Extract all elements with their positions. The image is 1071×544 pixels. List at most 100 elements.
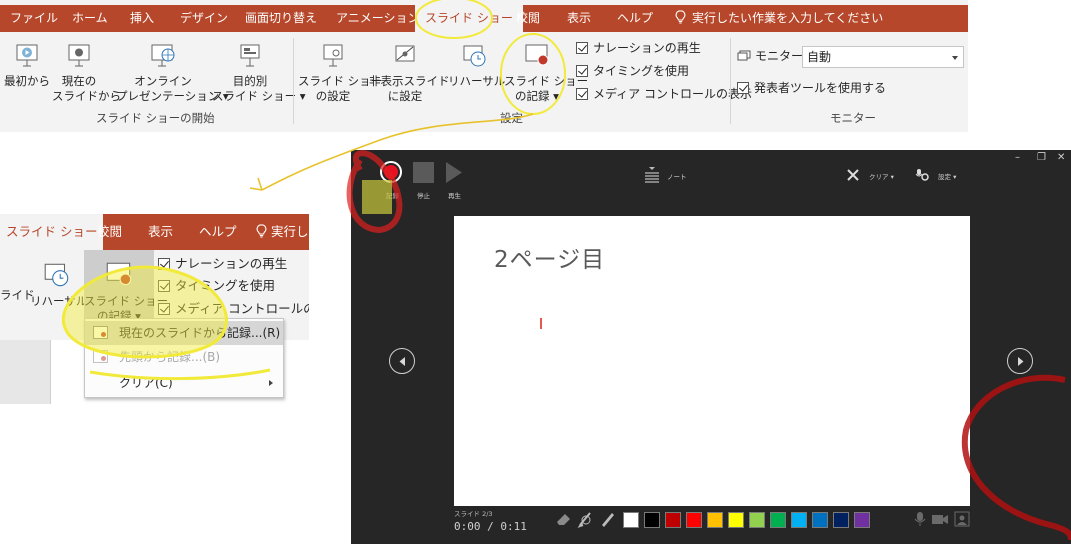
show-media-controls-checkbox[interactable]: メディア コントロールの表示 xyxy=(576,86,752,102)
tab-slideshow[interactable]: スライド ショー xyxy=(0,214,104,250)
online-present-button[interactable]: オンライン プレゼンテーション ▾ xyxy=(116,42,229,104)
record-icon[interactable] xyxy=(379,160,403,184)
clear-label[interactable]: クリア ▾ xyxy=(869,171,894,181)
play-narrations-checkbox[interactable]: ナレーションの再生 xyxy=(576,40,701,56)
next-slide-button[interactable] xyxy=(1007,348,1033,374)
record-label-1: スライド ショー xyxy=(84,294,169,308)
record-from-current-item[interactable]: 現在のスライドから記録...(R) xyxy=(85,321,283,345)
from-current-button[interactable]: 現在の スライドから xyxy=(52,42,121,104)
clear-item[interactable]: クリア(C) xyxy=(85,371,283,395)
color-swatch-green[interactable] xyxy=(770,512,786,528)
color-swatch-purple[interactable] xyxy=(854,512,870,528)
tab-view[interactable]: 表示 xyxy=(148,214,173,250)
tab-insert[interactable]: 挿入 xyxy=(130,5,154,32)
rehearse-timings-button[interactable]: リハーサル xyxy=(30,260,87,309)
checkbox-checked-icon xyxy=(737,82,749,94)
setup-show-button[interactable]: スライド ショー の設定 xyxy=(298,42,382,104)
chevron-down-icon xyxy=(952,56,958,60)
microphone-icon[interactable] xyxy=(913,511,927,527)
clear-x-icon[interactable] xyxy=(847,169,859,181)
monitor-icon xyxy=(737,50,751,61)
tell-me-text: 実行しん xyxy=(271,224,309,239)
monitor-select-value: 自動 xyxy=(807,50,832,64)
from-current-label-1: 現在の xyxy=(61,74,97,88)
color-swatch-light-green[interactable] xyxy=(749,512,765,528)
tab-help[interactable]: ヘルプ xyxy=(617,5,653,32)
record-slideshow-button[interactable]: スライド ショー の記録 ▾ xyxy=(504,42,588,104)
color-swatch-light-blue[interactable] xyxy=(791,512,807,528)
minimize-icon[interactable]: – xyxy=(1015,152,1020,163)
tab-review[interactable]: 校閲 xyxy=(97,214,122,250)
hide-slide-button[interactable]: 非表示スライド に設定 xyxy=(369,42,450,104)
record-dropdown-menu: 現在のスライドから記録...(R) 先頭から記録...(B) クリア(C) xyxy=(84,318,284,398)
checkbox-label: ナレーションの再生 xyxy=(593,41,701,55)
hide-slide-button-fragment[interactable]: ライド xyxy=(0,288,35,303)
notes-label[interactable]: ノート xyxy=(667,171,687,181)
use-timings-checkbox[interactable]: タイミングを使用 xyxy=(158,278,275,294)
color-swatch-orange[interactable] xyxy=(707,512,723,528)
notes-icon[interactable] xyxy=(644,166,660,184)
tab-file[interactable]: ファイル xyxy=(10,5,58,32)
close-window-icon[interactable]: ✕ xyxy=(1057,152,1065,163)
online-globe-icon xyxy=(151,44,175,67)
color-swatch-red[interactable] xyxy=(686,512,702,528)
text-cursor xyxy=(540,318,542,329)
play-narrations-checkbox[interactable]: ナレーションの再生 xyxy=(158,256,287,272)
previous-slide-button[interactable] xyxy=(389,348,415,374)
setup-show-icon xyxy=(323,44,343,67)
tab-help[interactable]: ヘルプ xyxy=(199,214,237,250)
pen-icon[interactable] xyxy=(599,510,617,528)
presenter-view-checkbox[interactable]: 発表者ツールを使用する xyxy=(737,80,886,96)
settings-label[interactable]: 設定 ▾ xyxy=(938,171,956,181)
color-swatch-dark-red[interactable] xyxy=(665,512,681,528)
color-swatch-blue[interactable] xyxy=(812,512,828,528)
tab-transitions[interactable]: 画面切り替え xyxy=(245,5,317,32)
monitor-select[interactable]: 自動 xyxy=(802,46,964,68)
tab-animations[interactable]: アニメーション xyxy=(336,5,420,32)
group-divider xyxy=(293,38,294,124)
tell-me-text: 実行したい作業を入力してください xyxy=(692,11,884,25)
group-label-setup: 設定 xyxy=(500,111,523,125)
from-start-label: 最初から xyxy=(4,74,50,88)
tab-review[interactable]: 校閲 xyxy=(516,5,540,32)
rehearse-timings-button[interactable]: リハーサル xyxy=(448,42,505,89)
color-swatch-dark-blue[interactable] xyxy=(833,512,849,528)
setup-label-2: の設定 xyxy=(315,89,351,103)
checkbox-label: メディア コントロールの表示 xyxy=(175,301,309,316)
play-icon[interactable] xyxy=(444,161,464,184)
stop-icon[interactable] xyxy=(413,162,434,183)
erase-all-icon[interactable] xyxy=(577,510,595,528)
play-from-start-icon xyxy=(16,44,38,67)
tell-me-search[interactable]: 実行しん xyxy=(256,214,309,250)
lightbulb-icon xyxy=(256,224,267,238)
custom-show-button[interactable]: 目的別 スライド ショー ▾ xyxy=(212,42,306,104)
tab-home[interactable]: ホーム xyxy=(72,5,108,32)
custom-show-icon xyxy=(240,44,260,67)
monitor-label: モニター: xyxy=(737,48,807,64)
checkbox-checked-icon xyxy=(158,280,170,292)
eraser-icon[interactable] xyxy=(555,510,573,528)
color-swatch-white[interactable] xyxy=(623,512,639,528)
from-start-button[interactable]: 最初から xyxy=(4,42,50,89)
settings-mic-icon[interactable] xyxy=(915,167,929,181)
camera-preview-icon[interactable] xyxy=(954,511,970,527)
ribbon: ファイル ホーム 挿入 デザイン 画面切り替え アニメーション スライド ショー… xyxy=(0,0,968,132)
use-timings-checkbox[interactable]: タイミングを使用 xyxy=(576,63,689,79)
slide-title: 2ページ目 xyxy=(494,247,606,273)
restore-icon[interactable]: ❐ xyxy=(1037,152,1046,163)
tab-view[interactable]: 表示 xyxy=(567,5,591,32)
checkbox-checked-icon xyxy=(158,258,170,270)
show-media-controls-checkbox[interactable]: メディア コントロールの表示 xyxy=(158,301,309,317)
tab-design[interactable]: デザイン xyxy=(180,5,228,32)
tab-slideshow[interactable]: スライド ショー xyxy=(415,5,523,32)
from-current-label-2: スライドから xyxy=(52,89,121,103)
camera-icon[interactable] xyxy=(931,512,949,526)
color-swatch-yellow[interactable] xyxy=(728,512,744,528)
tell-me-search[interactable]: 実行したい作業を入力してください xyxy=(675,5,883,32)
color-swatch-black[interactable] xyxy=(644,512,660,528)
hide-label-2: に設定 xyxy=(387,89,423,103)
menu-item-label: クリア(C) xyxy=(119,376,173,390)
rehearse-clock-icon xyxy=(44,263,69,287)
record-from-beginning-item[interactable]: 先頭から記録...(B) xyxy=(85,345,283,369)
record-slideshow-button[interactable]: スライド ショー の記録 ▾ xyxy=(84,250,168,323)
